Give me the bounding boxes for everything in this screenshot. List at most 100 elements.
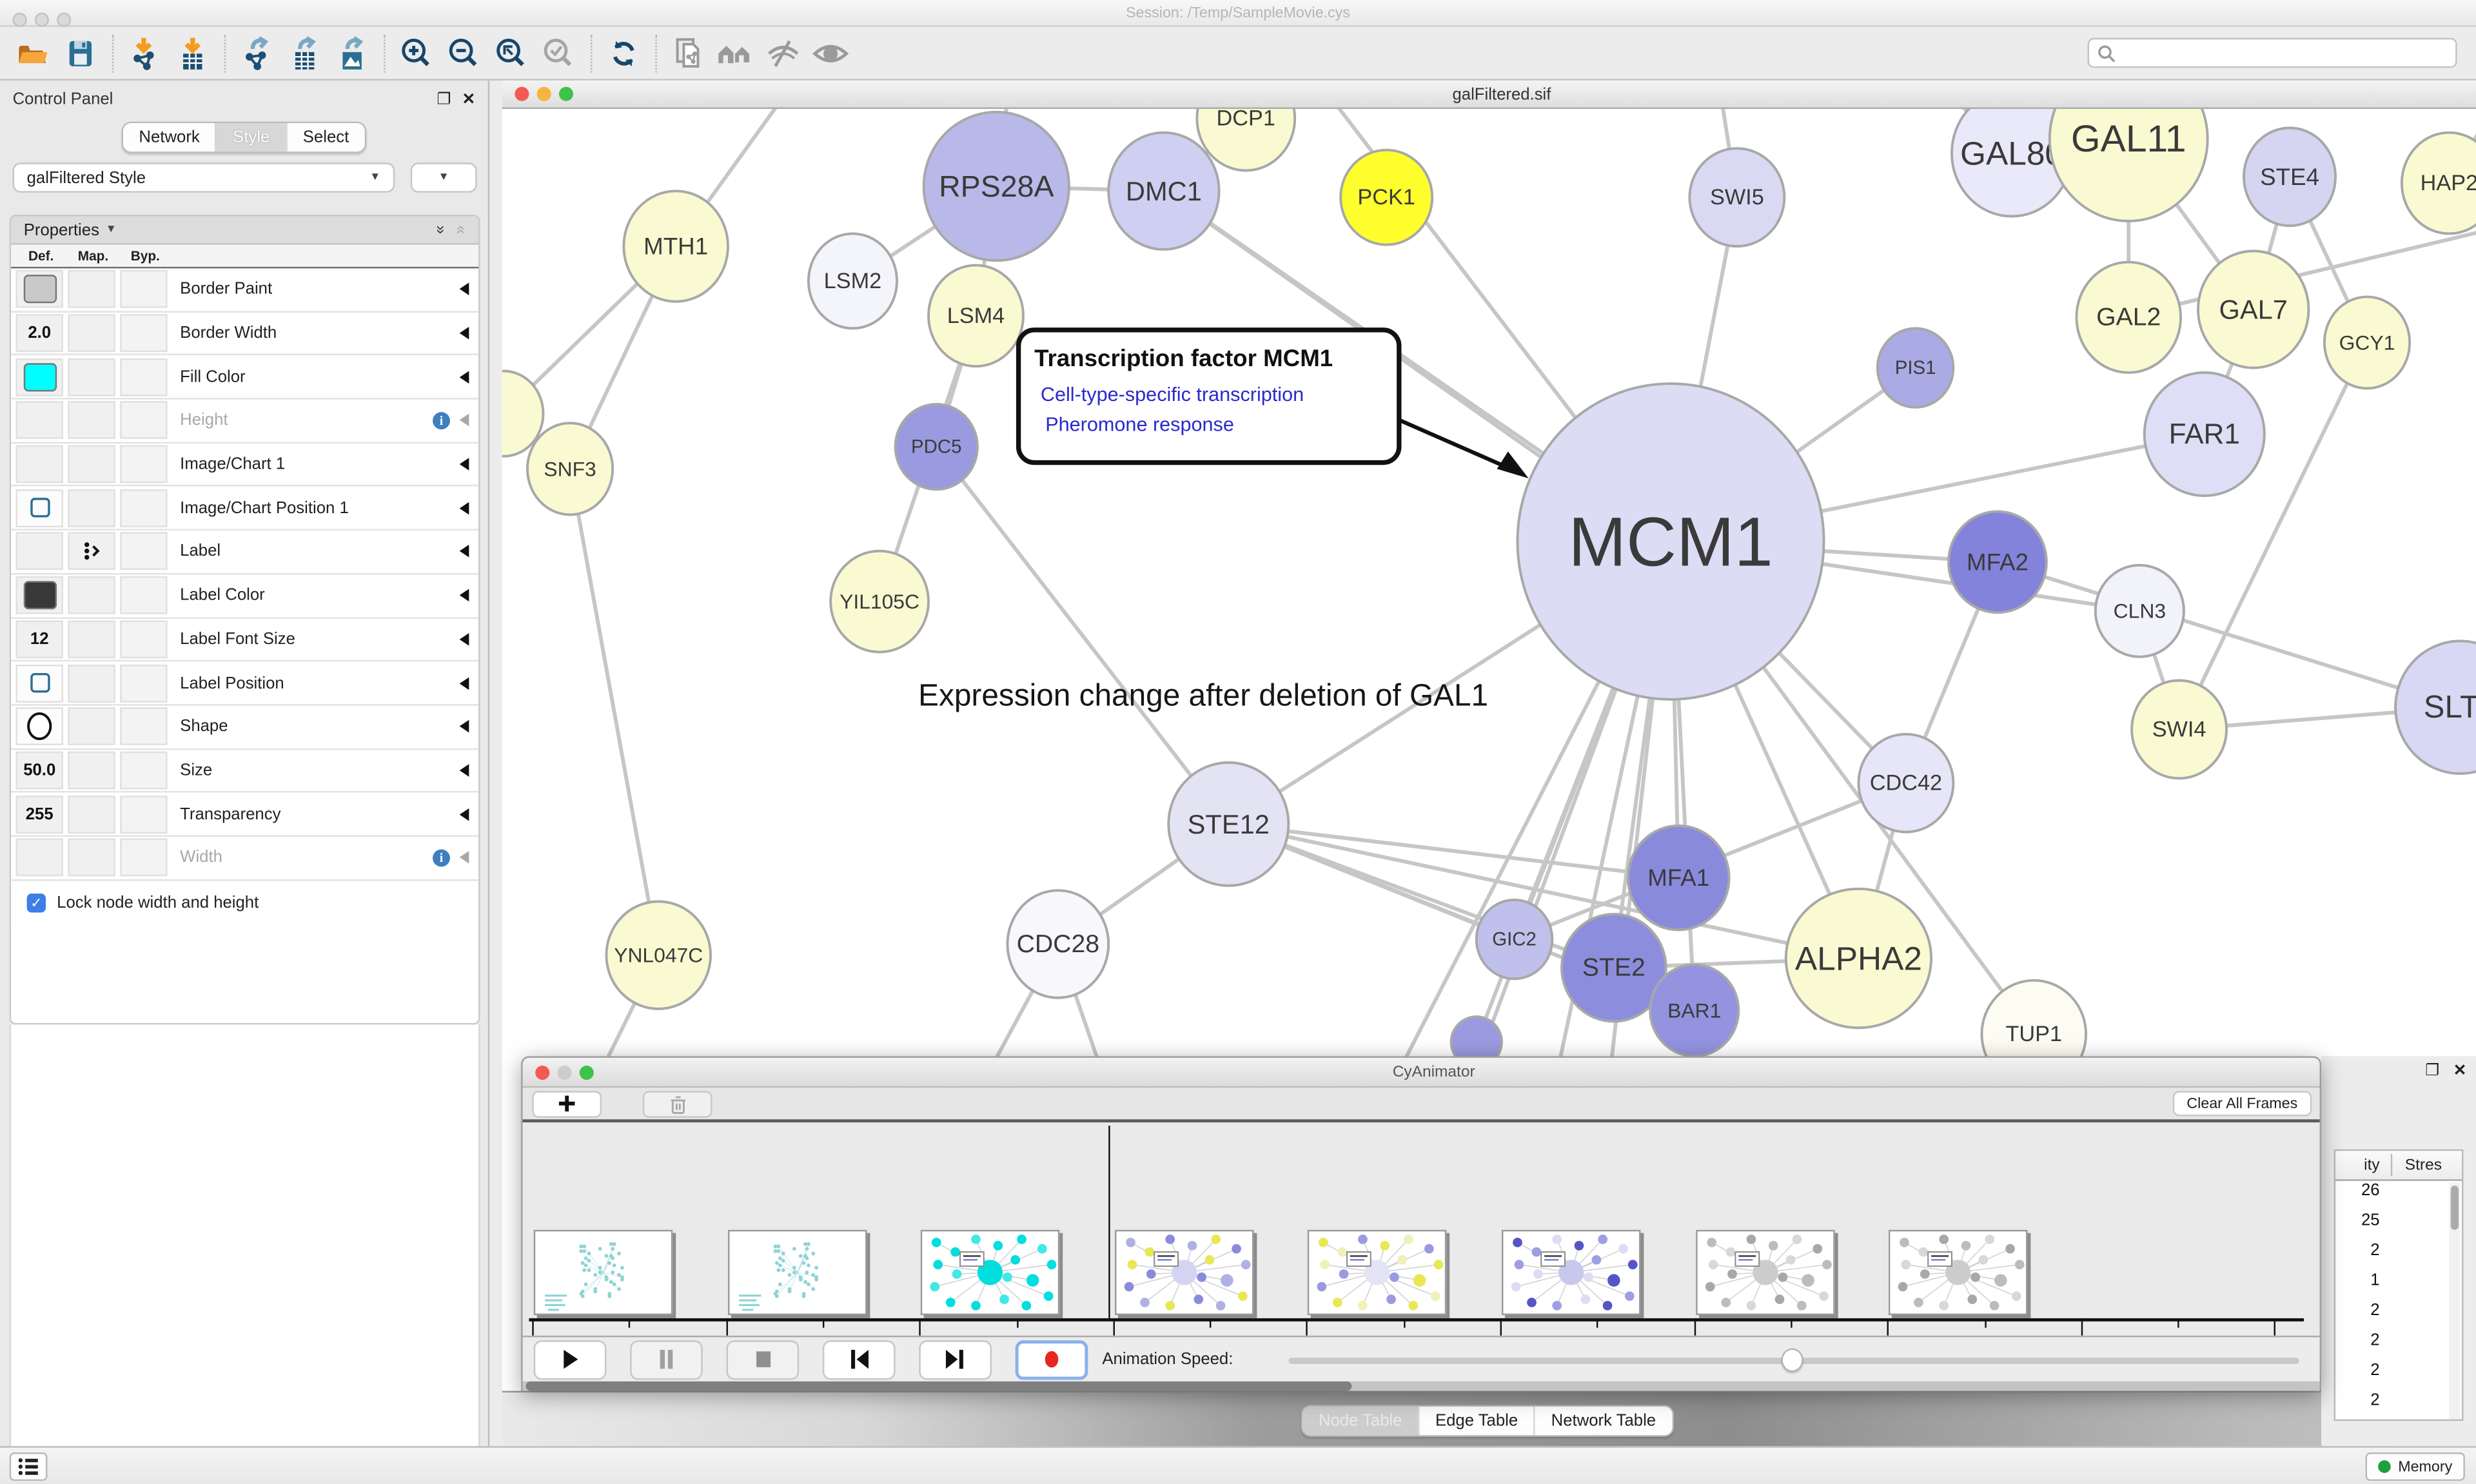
expand-all-icon[interactable]: » bbox=[431, 226, 449, 235]
close-panel-icon[interactable]: ✕ bbox=[462, 91, 476, 108]
node-HAP2[interactable]: HAP2 bbox=[2402, 133, 2476, 234]
import-table-button[interactable] bbox=[169, 31, 216, 75]
panel-menu-button[interactable] bbox=[10, 1452, 48, 1481]
expand-row-icon[interactable] bbox=[460, 458, 469, 471]
def-cell[interactable] bbox=[15, 576, 63, 614]
node-MCM1[interactable]: MCM1 bbox=[1517, 384, 1823, 699]
byp-cell[interactable] bbox=[120, 839, 167, 877]
add-frame-button[interactable] bbox=[532, 1090, 602, 1117]
def-cell[interactable] bbox=[15, 271, 63, 309]
search-input[interactable] bbox=[2116, 45, 2432, 61]
property-row[interactable]: 50.0Size bbox=[11, 749, 478, 793]
node-LSM2[interactable]: LSM2 bbox=[809, 233, 897, 328]
refresh-button[interactable] bbox=[600, 31, 647, 75]
clear-all-frames-button[interactable]: Clear All Frames bbox=[2172, 1091, 2312, 1116]
zoom-fit-button[interactable] bbox=[488, 31, 535, 75]
property-row[interactable]: 255Transparency bbox=[11, 793, 478, 837]
node-BAR1[interactable]: BAR1 bbox=[1650, 964, 1738, 1056]
byp-cell[interactable] bbox=[120, 708, 167, 746]
property-row[interactable]: Widthi bbox=[11, 837, 478, 881]
map-cell[interactable] bbox=[68, 489, 115, 527]
frame-thumbnail-6[interactable] bbox=[1695, 1230, 1834, 1315]
expand-row-icon[interactable] bbox=[460, 502, 469, 514]
play-button[interactable] bbox=[534, 1340, 607, 1379]
expand-row-icon[interactable] bbox=[460, 764, 469, 777]
map-cell[interactable] bbox=[68, 314, 115, 352]
node-MFA2[interactable]: MFA2 bbox=[1949, 511, 2047, 612]
export-image-button[interactable] bbox=[328, 31, 375, 75]
zoom-selected-button[interactable] bbox=[535, 31, 582, 75]
table-cell-value[interactable]: 26 bbox=[2335, 1181, 2462, 1211]
save-session-button[interactable] bbox=[57, 31, 104, 75]
style-options-button[interactable]: ▼ bbox=[411, 162, 477, 193]
delete-frame-button[interactable] bbox=[643, 1090, 712, 1117]
go-to-start-button[interactable] bbox=[823, 1340, 896, 1379]
node-DMC1[interactable]: DMC1 bbox=[1108, 133, 1219, 249]
annotation-box[interactable]: Transcription factor MCM1Cell-type-speci… bbox=[1019, 330, 1529, 478]
timeline-scrollbar-thumb[interactable] bbox=[526, 1381, 1352, 1391]
map-cell[interactable] bbox=[68, 751, 115, 789]
network-window-titlebar[interactable]: galFiltered.sif bbox=[502, 81, 2476, 109]
byp-cell[interactable] bbox=[120, 445, 167, 483]
node-SWI5[interactable]: SWI5 bbox=[1689, 148, 1784, 246]
export-network-button[interactable] bbox=[233, 31, 280, 75]
def-cell[interactable] bbox=[15, 402, 63, 440]
style-selector[interactable]: galFiltered Style▼ bbox=[13, 162, 395, 193]
def-cell[interactable]: 50.0 bbox=[15, 751, 63, 789]
node-PDC5[interactable]: PDC5 bbox=[896, 404, 978, 489]
byp-cell[interactable] bbox=[120, 358, 167, 396]
export-table-button[interactable] bbox=[281, 31, 328, 75]
info-icon[interactable]: i bbox=[433, 412, 450, 429]
map-cell[interactable] bbox=[68, 708, 115, 746]
property-row[interactable]: Image/Chart Position 1 bbox=[11, 487, 478, 531]
table-cell-value[interactable]: 2 bbox=[2335, 1361, 2462, 1391]
frame-thumbnail-7[interactable] bbox=[1889, 1230, 2028, 1315]
map-cell[interactable] bbox=[68, 358, 115, 396]
node-SNF3[interactable]: SNF3 bbox=[527, 423, 613, 514]
property-row[interactable]: 2.0Border Width bbox=[11, 312, 478, 356]
node-MTH1[interactable]: MTH1 bbox=[624, 191, 728, 301]
expand-row-icon[interactable] bbox=[460, 327, 469, 340]
tab-select[interactable]: Select bbox=[286, 123, 365, 151]
node-RPS28A[interactable]: RPS28A bbox=[924, 112, 1069, 260]
table-cell-value[interactable]: 2 bbox=[2335, 1301, 2462, 1331]
byp-cell[interactable] bbox=[120, 532, 167, 571]
speed-slider-knob[interactable] bbox=[1781, 1348, 1803, 1372]
byp-cell[interactable] bbox=[120, 795, 167, 833]
property-row[interactable]: Image/Chart 1 bbox=[11, 444, 478, 487]
frame-thumbnail-1[interactable] bbox=[727, 1230, 867, 1315]
map-cell[interactable] bbox=[68, 532, 115, 571]
node-PCK1[interactable]: PCK1 bbox=[1341, 150, 1432, 245]
expand-row-icon[interactable] bbox=[460, 808, 469, 821]
node-LSM4[interactable]: LSM4 bbox=[928, 265, 1023, 366]
frame-thumbnail-2[interactable] bbox=[921, 1230, 1060, 1315]
expand-row-icon[interactable] bbox=[460, 676, 469, 689]
annotation-link-1[interactable]: Cell-type-specific transcription bbox=[1041, 384, 1304, 405]
property-row[interactable]: 12Label Font Size bbox=[11, 618, 478, 662]
go-to-end-button[interactable] bbox=[919, 1340, 992, 1379]
frame-thumbnail-5[interactable] bbox=[1502, 1230, 1641, 1315]
stop-button[interactable] bbox=[727, 1340, 800, 1379]
table-cell-value[interactable]: 25 bbox=[2335, 1211, 2462, 1241]
table-cell-value[interactable]: 2 bbox=[2335, 1241, 2462, 1271]
byp-cell[interactable] bbox=[120, 620, 167, 658]
timeline[interactable]: 0123456789Seconds bbox=[523, 1122, 2320, 1336]
pause-button[interactable] bbox=[630, 1340, 703, 1379]
info-icon[interactable]: i bbox=[433, 849, 450, 866]
zoom-out-button[interactable] bbox=[440, 31, 487, 75]
float-table-icon[interactable]: ❐ bbox=[2425, 1062, 2439, 1080]
map-cell[interactable] bbox=[68, 271, 115, 309]
expand-row-icon[interactable] bbox=[460, 720, 469, 733]
table-cell-value[interactable]: 2 bbox=[2335, 1391, 2462, 1421]
annotation-link-2[interactable]: Pheromone response bbox=[1045, 414, 1234, 436]
def-cell[interactable] bbox=[15, 358, 63, 396]
search-field[interactable] bbox=[2088, 38, 2457, 68]
property-row[interactable]: Fill Color bbox=[11, 356, 478, 400]
home-views-button[interactable] bbox=[712, 31, 759, 75]
map-cell[interactable] bbox=[68, 839, 115, 877]
lock-checkbox[interactable]: ✓ bbox=[27, 893, 46, 912]
expand-row-icon[interactable] bbox=[460, 633, 469, 646]
tab-network-table[interactable]: Network Table bbox=[1534, 1407, 1672, 1435]
node-STE4[interactable]: STE4 bbox=[2244, 128, 2335, 226]
node-GAL2[interactable]: GAL2 bbox=[2076, 262, 2181, 373]
